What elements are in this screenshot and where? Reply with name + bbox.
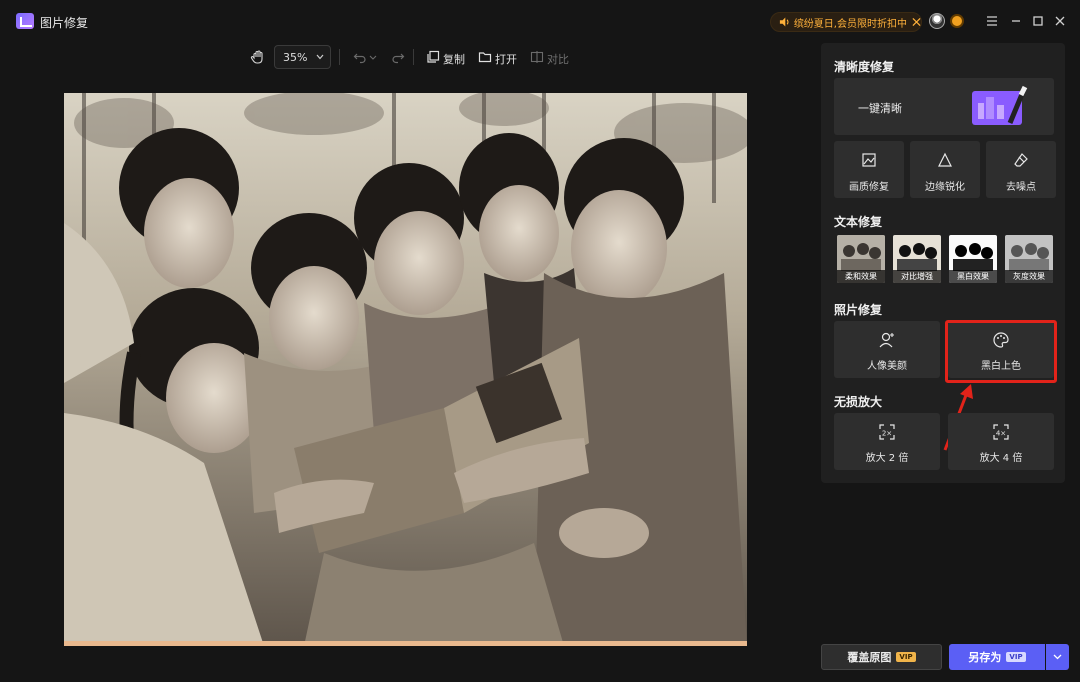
upscale-4x-label: 放大 4 倍 [979,453,1023,464]
chevron-down-icon [1053,654,1062,660]
portrait-icon [879,332,894,348]
hand-icon[interactable] [250,49,266,65]
redo-icon[interactable] [391,50,405,64]
upscale-2x-icon-text: 2× [882,430,892,438]
copy-icon[interactable] [426,50,440,64]
compare-button[interactable]: 对比 [547,51,569,67]
zoom-value: 35% [283,50,308,64]
zoom-select[interactable]: 35% [274,45,331,69]
compare-icon[interactable] [530,50,544,64]
magic-wand-icon [972,85,1028,125]
menu-icon[interactable] [985,14,999,28]
open-folder-icon[interactable] [478,50,492,64]
bw-effect-label: 黑白效果 [949,270,997,283]
undo-icon[interactable] [353,50,367,64]
user-avatar[interactable] [929,13,945,29]
overwrite-original-button[interactable]: 覆盖原图 VIP [821,644,942,670]
soft-effect-thumb[interactable]: 柔和效果 [837,235,885,283]
image-quality-button[interactable]: 画质修复 [834,141,904,198]
vip-tag: VIP [1006,652,1026,662]
section-title-text-repair: 文本修复 [834,215,883,229]
toolbar-divider [339,49,340,65]
upscale-4x-icon-text: 4× [996,430,1006,438]
image-quality-label: 画质修复 [849,182,889,193]
section-title-photo-repair: 照片修复 [834,303,883,317]
photo-canvas[interactable] [64,93,747,646]
old-photo-image [64,93,747,646]
open-button[interactable]: 打开 [495,51,517,67]
upscale-4x-icon: 4× [993,424,1009,440]
section-title-clarity: 清晰度修复 [834,60,895,74]
colorize-bw-button[interactable]: 黑白上色 [948,321,1054,378]
maximize-icon[interactable] [1031,14,1045,28]
one-click-clarity-button[interactable]: 一键清晰 [834,78,1054,135]
toolbar-divider [413,49,414,65]
upscale-4x-button[interactable]: 4× 放大 4 倍 [948,413,1054,470]
grayscale-effect-thumb[interactable]: 灰度效果 [1005,235,1053,283]
upscale-2x-label: 放大 2 倍 [865,453,909,464]
promo-close-icon[interactable] [912,17,921,27]
contrast-boost-thumb[interactable]: 对比增强 [893,235,941,283]
contrast-boost-label: 对比增强 [893,270,941,283]
save-as-button[interactable]: 另存为 VIP [949,644,1045,670]
denoise-button[interactable]: 去噪点 [986,141,1056,198]
edge-sharpen-label: 边缘锐化 [925,182,965,193]
minimize-icon[interactable] [1009,14,1023,28]
promo-text: 缤纷夏日,会员限时折扣中 [793,18,907,30]
image-quality-icon [862,153,876,167]
close-icon[interactable] [1053,14,1067,28]
one-click-clarity-label: 一键清晰 [858,102,902,115]
undo-dropdown-icon[interactable] [369,50,377,64]
save-as-label: 另存为 [968,651,1002,664]
upscale-2x-icon: 2× [879,424,895,440]
vip-tag: VIP [896,652,916,662]
palette-icon [993,332,1009,348]
app-logo-icon [16,13,34,29]
colorize-bw-label: 黑白上色 [981,361,1021,372]
section-title-upscale: 无损放大 [834,395,883,409]
grayscale-effect-label: 灰度效果 [1005,270,1053,283]
portrait-beautify-label: 人像美颜 [867,361,907,372]
vip-badge-icon[interactable] [950,14,964,28]
portrait-beautify-button[interactable]: 人像美颜 [834,321,940,378]
promo-banner[interactable]: 缤纷夏日,会员限时折扣中 [770,12,922,32]
copy-button[interactable]: 复制 [443,51,465,67]
speaker-icon [779,17,789,27]
sharpen-icon [938,152,952,167]
denoise-label: 去噪点 [1006,182,1036,193]
upscale-2x-button[interactable]: 2× 放大 2 倍 [834,413,940,470]
soft-effect-label: 柔和效果 [837,270,885,283]
eraser-icon [1014,153,1028,167]
bw-effect-thumb[interactable]: 黑白效果 [949,235,997,283]
app-title: 图片修复 [40,16,89,30]
chevron-down-icon [316,54,324,60]
save-as-dropdown[interactable] [1046,644,1069,670]
edge-sharpen-button[interactable]: 边缘锐化 [910,141,980,198]
overwrite-original-label: 覆盖原图 [847,651,892,664]
